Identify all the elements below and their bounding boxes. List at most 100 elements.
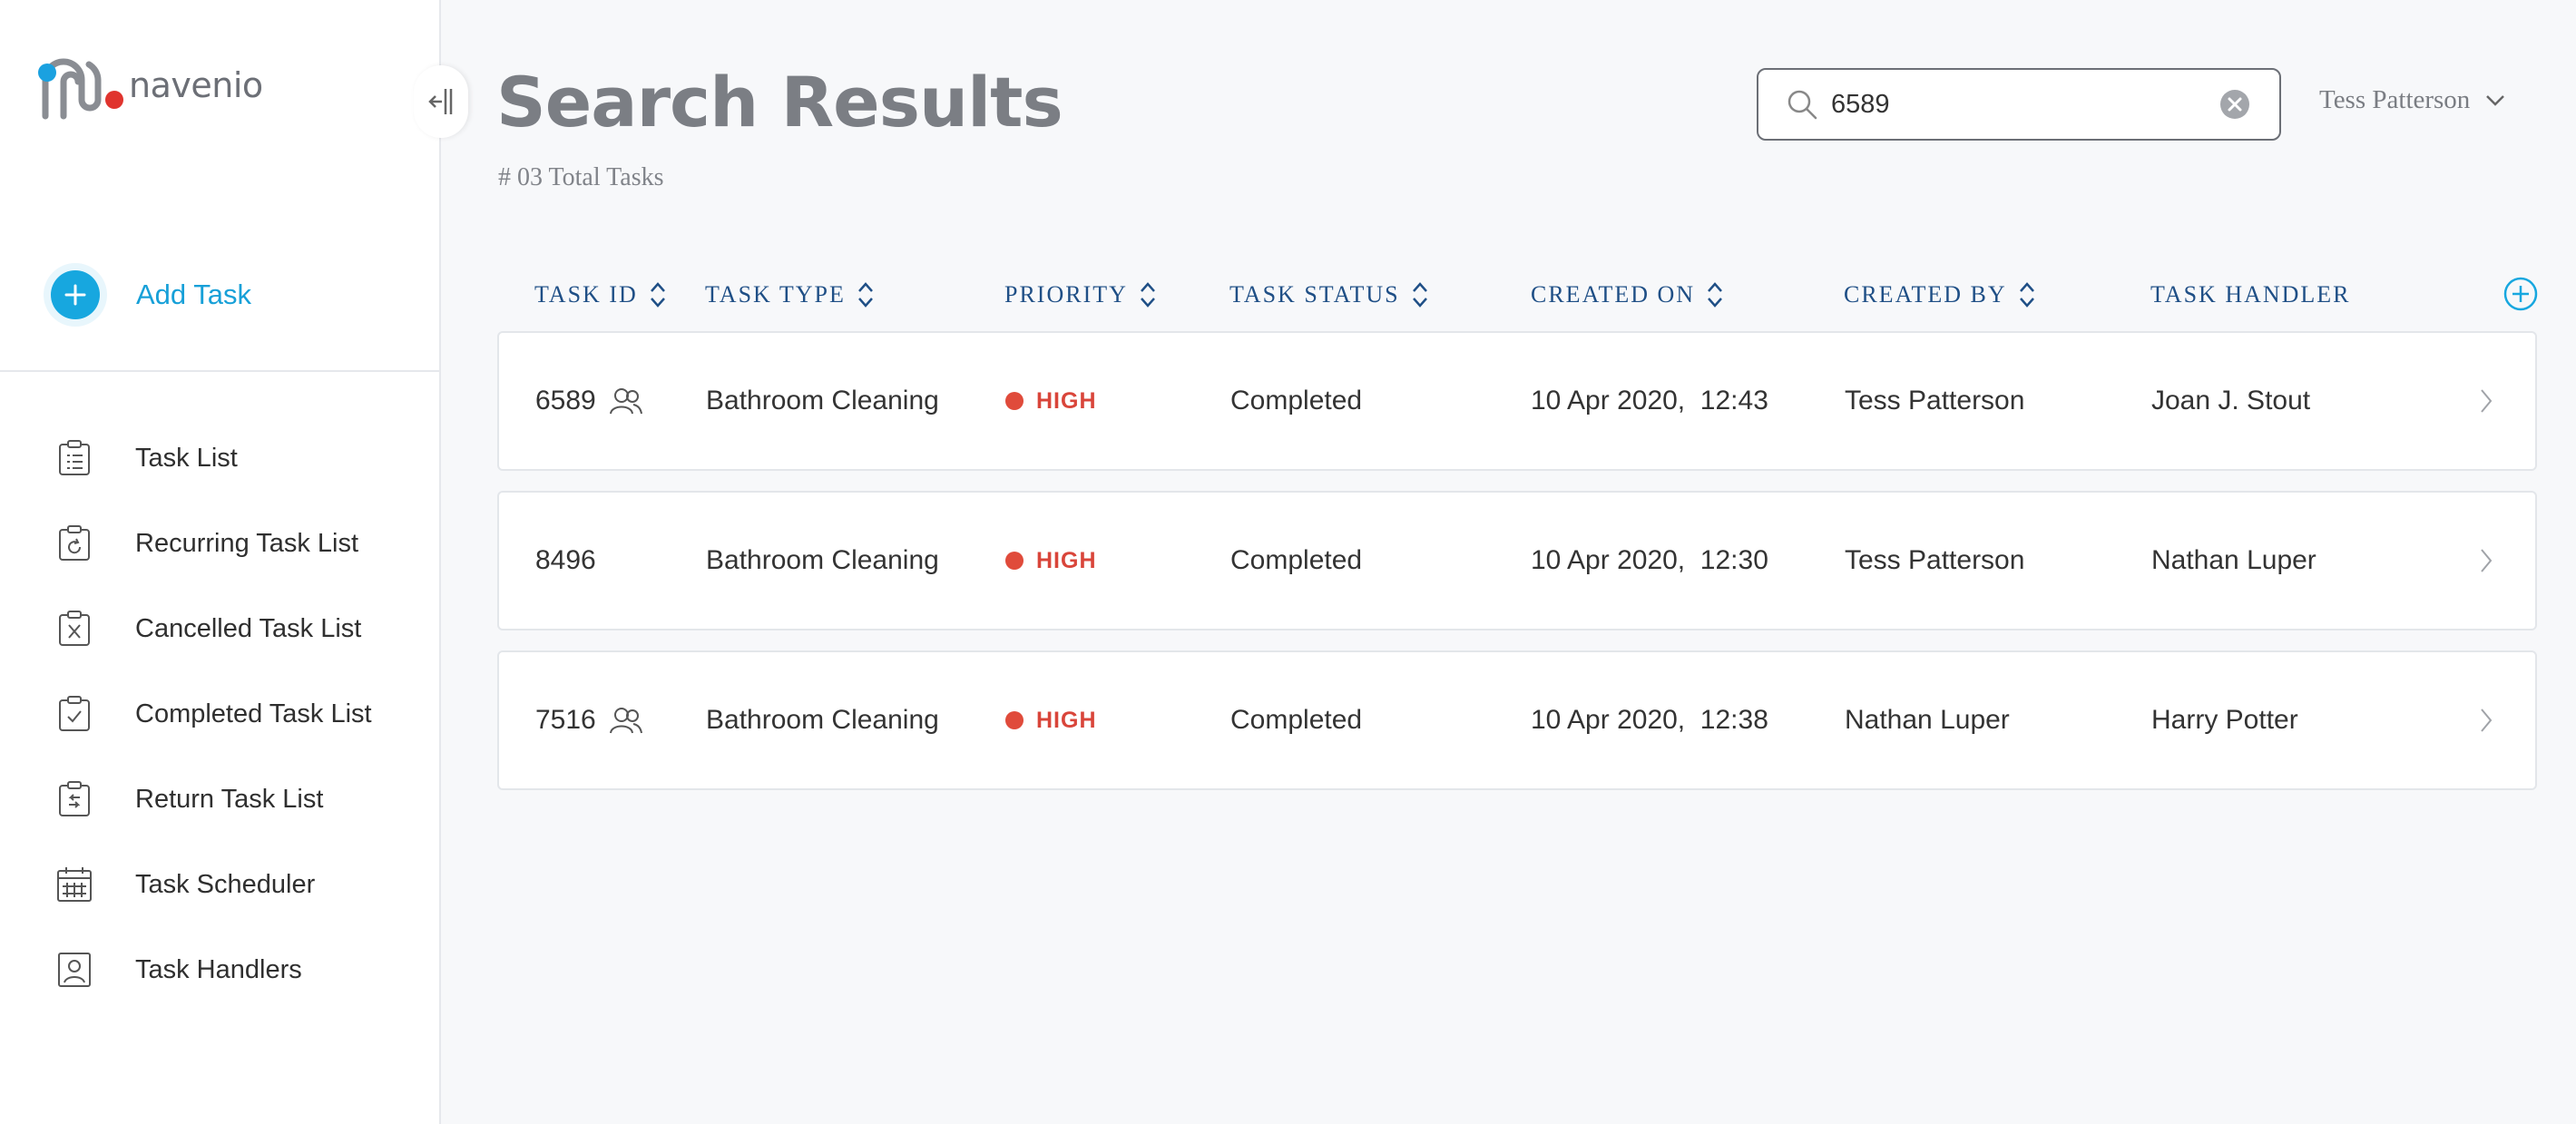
column-header-created-by[interactable]: CREATED BY xyxy=(1844,272,2036,318)
clipboard-recurring-icon xyxy=(54,523,94,563)
task-handler: Harry Potter xyxy=(2151,705,2298,735)
column-header-created-on[interactable]: CREATED ON xyxy=(1531,272,1724,318)
column-header-task-type[interactable]: TASK TYPE xyxy=(705,272,875,318)
created-on: 10 Apr 2020, 12:38 xyxy=(1531,705,1768,735)
task-id-cell: 6589 xyxy=(535,333,643,469)
sort-icon xyxy=(1412,282,1427,308)
clear-search-icon[interactable] xyxy=(2219,89,2250,120)
sidebar-item-completed-task-list[interactable]: Completed Task List xyxy=(54,671,372,757)
task-id: 7516 xyxy=(535,705,596,735)
column-label: TASK ID xyxy=(534,281,638,308)
chevron-right-icon xyxy=(2481,389,2493,413)
sort-icon xyxy=(857,282,873,308)
sidebar-item-task-list[interactable]: Task List xyxy=(54,415,372,501)
created-by: Tess Patterson xyxy=(1845,386,2025,415)
user-badge-icon xyxy=(54,950,94,990)
task-status: Completed xyxy=(1230,386,1363,415)
team-icon xyxy=(609,386,643,415)
priority-label: HIGH xyxy=(1036,707,1097,733)
team-icon xyxy=(609,706,643,735)
clipboard-cancel-icon xyxy=(54,609,94,649)
column-label: TASK HANDLER xyxy=(2150,281,2351,308)
priority-cell: HIGH xyxy=(1005,333,1097,469)
column-header-task-id[interactable]: TASK ID xyxy=(534,272,667,318)
search-input[interactable] xyxy=(1831,89,2212,120)
priority-badge: HIGH xyxy=(1005,548,1097,574)
clipboard-check-icon xyxy=(54,694,94,734)
sidebar-item-return-task-list[interactable]: Return Task List xyxy=(54,757,372,842)
column-label: CREATED ON xyxy=(1531,281,1696,308)
logo-mark-icon xyxy=(38,58,123,120)
table-row[interactable]: 8496 Bathroom Cleaning HIGH Completed 10… xyxy=(497,491,2537,630)
sidebar-item-label: Return Task List xyxy=(135,784,324,814)
task-handler: Joan J. Stout xyxy=(2151,386,2311,415)
task-id-cell: 8496 xyxy=(535,493,596,629)
clipboard-return-icon xyxy=(54,779,94,819)
priority-dot xyxy=(1005,552,1024,570)
sidebar-item-label: Completed Task List xyxy=(135,699,372,728)
search-box xyxy=(1757,68,2281,141)
sort-icon xyxy=(1708,282,1723,308)
priority-cell: HIGH xyxy=(1005,652,1097,788)
chevron-right-icon xyxy=(2481,549,2493,572)
task-type: Bathroom Cleaning xyxy=(706,705,939,735)
column-label: TASK TYPE xyxy=(705,281,846,308)
sidebar-item-label: Task List xyxy=(135,443,238,473)
add-task-label: Add Task xyxy=(136,279,251,310)
add-task-button[interactable]: Add Task xyxy=(44,263,251,327)
priority-label: HIGH xyxy=(1036,547,1097,573)
sidebar-item-task-handlers[interactable]: Task Handlers xyxy=(54,927,372,1012)
column-header-task-handler[interactable]: TASK HANDLER xyxy=(2150,272,2351,318)
task-handler: Nathan Luper xyxy=(2151,545,2316,575)
sidebar-item-task-scheduler[interactable]: Task Scheduler xyxy=(54,842,372,927)
table-row[interactable]: 7516 Bathroom Cleaning HIGH Completed 10… xyxy=(497,650,2537,790)
logo-text: navenio xyxy=(129,65,263,105)
sidebar-item-recurring-task-list[interactable]: Recurring Task List xyxy=(54,501,372,586)
priority-badge: HIGH xyxy=(1005,708,1097,734)
sidebar-item-label: Recurring Task List xyxy=(135,528,359,558)
sidebar-item-label: Task Scheduler xyxy=(135,869,316,899)
priority-badge: HIGH xyxy=(1005,388,1097,415)
chevron-down-icon xyxy=(2486,94,2505,106)
plus-icon xyxy=(51,270,100,319)
search-icon xyxy=(1784,86,1820,122)
total-tasks-count: # 03 Total Tasks xyxy=(498,163,664,191)
task-id-cell: 7516 xyxy=(535,652,643,788)
sidebar-item-label: Task Handlers xyxy=(135,954,302,984)
page-title: Search Results xyxy=(496,62,1063,142)
created-by: Tess Patterson xyxy=(1845,545,2025,575)
task-status: Completed xyxy=(1230,545,1363,575)
chevron-right-icon xyxy=(2481,709,2493,732)
priority-label: HIGH xyxy=(1036,387,1097,414)
task-type: Bathroom Cleaning xyxy=(706,545,939,575)
sort-icon xyxy=(650,282,665,308)
sidebar-item-cancelled-task-list[interactable]: Cancelled Task List xyxy=(54,586,372,671)
column-header-task-status[interactable]: TASK STATUS xyxy=(1229,272,1429,318)
add-task-circle xyxy=(44,263,107,327)
task-id: 8496 xyxy=(535,545,596,575)
sort-icon xyxy=(1140,282,1155,308)
sort-icon xyxy=(2019,282,2034,308)
column-header-priority[interactable]: PRIORITY xyxy=(1004,272,1157,318)
collapse-left-icon xyxy=(428,89,453,114)
created-on: 10 Apr 2020, 12:30 xyxy=(1531,545,1768,575)
sidebar-divider xyxy=(0,370,439,372)
priority-dot xyxy=(1005,711,1024,729)
task-id: 6589 xyxy=(535,386,596,415)
created-by: Nathan Luper xyxy=(1845,705,2010,735)
column-label: TASK STATUS xyxy=(1229,281,1400,308)
table-row[interactable]: 6589 Bathroom Cleaning HIGH Completed 10… xyxy=(497,331,2537,471)
column-label: CREATED BY xyxy=(1844,281,2007,308)
sidebar: navenio Add Task Task List Recurring Tas… xyxy=(0,0,441,1124)
table-header: TASK ID TASK TYPE PRIORITY TASK STATUS C… xyxy=(497,272,2539,318)
collapse-sidebar-button[interactable] xyxy=(414,65,468,138)
column-label: PRIORITY xyxy=(1004,281,1128,308)
created-on: 10 Apr 2020, 12:43 xyxy=(1531,386,1768,415)
sidebar-nav: Task List Recurring Task List Cancelled … xyxy=(54,415,372,1012)
add-column-icon[interactable] xyxy=(2503,276,2539,312)
navenio-logo[interactable]: navenio xyxy=(36,44,263,127)
user-menu[interactable]: Tess Patterson xyxy=(2319,85,2506,115)
sidebar-item-label: Cancelled Task List xyxy=(135,613,362,643)
task-type: Bathroom Cleaning xyxy=(706,386,939,415)
user-name: Tess Patterson xyxy=(2319,85,2471,114)
